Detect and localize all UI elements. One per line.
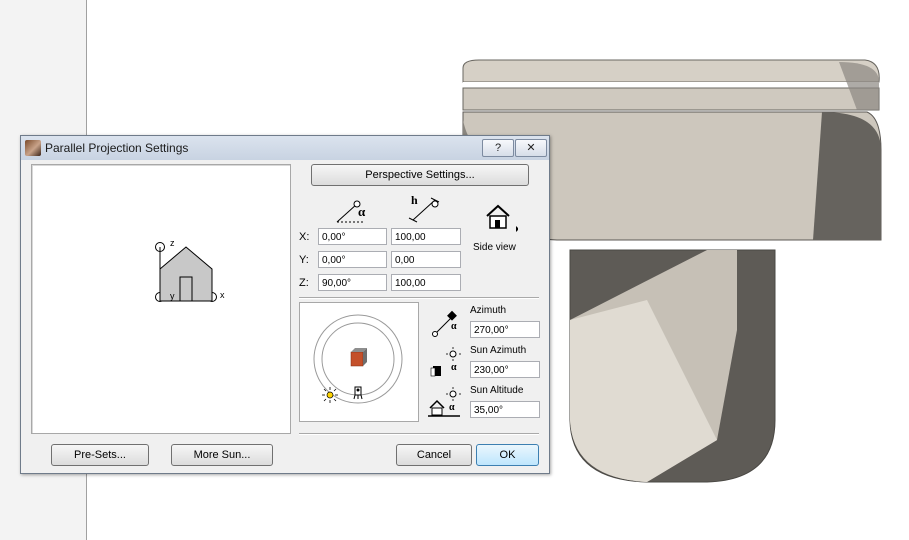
dialog-title: Parallel Projection Settings <box>45 141 189 155</box>
angle-symbol: α <box>358 204 366 219</box>
height-symbol: h <box>411 193 418 207</box>
view-label: Side view <box>473 242 516 253</box>
sun-altitude-field[interactable]: 35,00° <box>470 401 540 418</box>
axis-house-diagram <box>155 242 217 302</box>
app-icon <box>25 140 41 156</box>
z-label: Z: <box>299 277 309 289</box>
sun-azimuth-alpha: α <box>451 362 457 373</box>
perspective-settings-button[interactable]: Perspective Settings... <box>311 164 529 186</box>
close-button[interactable]: ✕ <box>515 139 547 157</box>
title-bar[interactable]: Parallel Projection Settings ? ✕ <box>21 136 549 160</box>
separator <box>299 297 539 299</box>
sun-orbit-diagram <box>313 314 403 404</box>
house-view-icon[interactable] <box>484 202 518 232</box>
sun-altitude-alpha: α <box>449 402 455 413</box>
help-button[interactable]: ? <box>482 139 514 157</box>
azimuth-alpha: α <box>451 321 457 332</box>
z-axis-label: z <box>170 238 175 248</box>
x-axis-label: x <box>220 290 225 300</box>
presets-button[interactable]: Pre-Sets... <box>51 444 149 466</box>
more-sun-button[interactable]: More Sun... <box>171 444 273 466</box>
sun-altitude-label: Sun Altitude <box>470 385 524 396</box>
azimuth-field[interactable]: 270,00° <box>470 321 540 338</box>
z-value-field[interactable]: 100,00 <box>391 274 461 291</box>
y-label: Y: <box>299 254 309 266</box>
separator <box>299 433 539 435</box>
cancel-button[interactable]: Cancel <box>396 444 472 466</box>
sun-azimuth-label: Sun Azimuth <box>470 345 527 356</box>
y-axis-label: y <box>170 291 175 301</box>
sun-altitude-icon <box>428 387 461 417</box>
parallel-projection-dialog: Parallel Projection Settings ? ✕ z y x P… <box>20 135 550 474</box>
x-angle-field[interactable]: 0,00° <box>318 228 387 245</box>
x-value-field[interactable]: 100,00 <box>391 228 461 245</box>
z-angle-field[interactable]: 90,00° <box>318 274 387 291</box>
projection-preview: z y x <box>31 164 291 434</box>
angle-icon <box>336 200 363 223</box>
sun-azimuth-field[interactable]: 230,00° <box>470 361 540 378</box>
sun-position-control[interactable] <box>299 302 419 422</box>
y-angle-field[interactable]: 0,00° <box>318 251 387 268</box>
x-label: X: <box>299 231 310 243</box>
y-value-field[interactable]: 0,00 <box>391 251 461 268</box>
azimuth-label: Azimuth <box>470 305 507 316</box>
ok-button[interactable]: OK <box>476 444 539 466</box>
